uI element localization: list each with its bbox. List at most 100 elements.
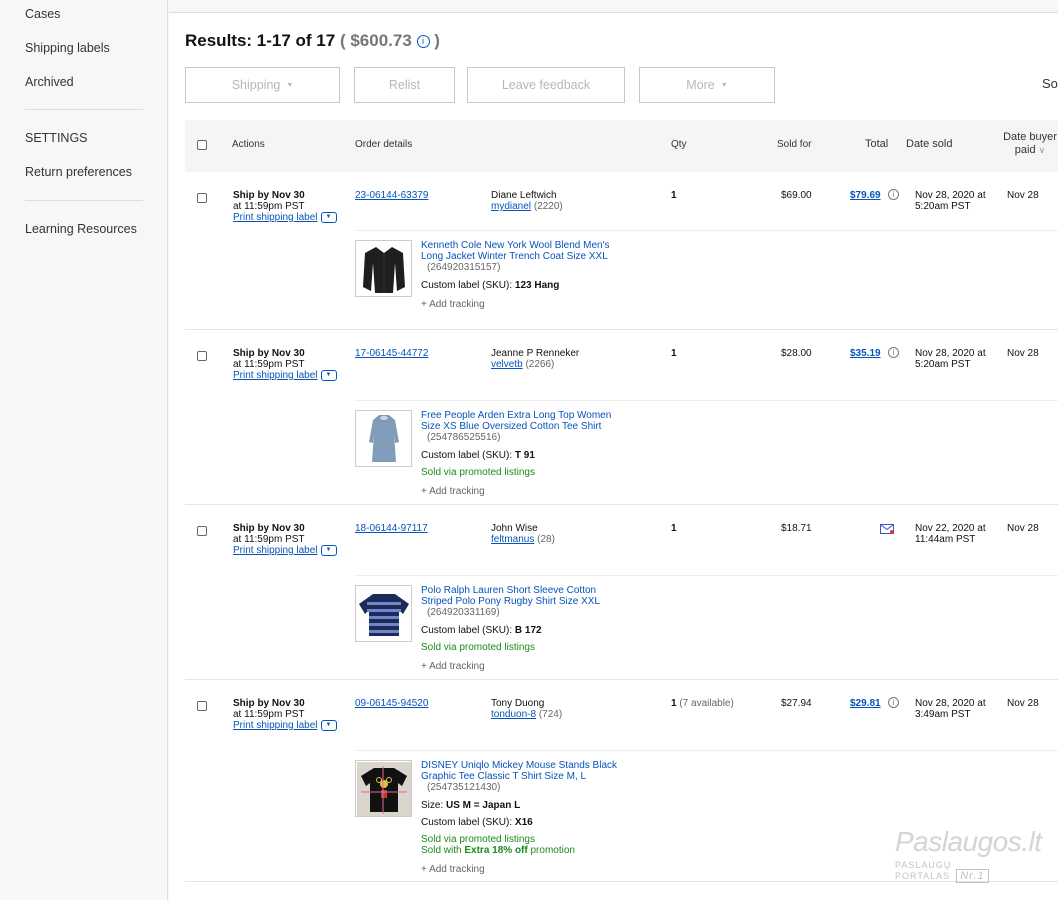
add-tracking-label: Add tracking [429,486,485,497]
item-title-line1[interactable]: Polo Ralph Lauren Short Sleeve Cotton [421,585,596,596]
chevron-down-icon: ▼ [720,81,728,89]
column-total[interactable]: Total [865,138,888,150]
buyer-user-group: tonduon-8 (724) [491,709,562,720]
row-checkbox[interactable] [197,351,207,361]
add-tracking-button[interactable]: + Add tracking [421,299,485,310]
order-id-link[interactable]: 17-06145-44772 [355,348,428,359]
ship-by: Ship by Nov 30 [233,190,305,201]
print-shipping-label-link[interactable]: Print shipping label [233,370,318,381]
item-thumbnail[interactable] [355,410,412,467]
chevron-down-icon[interactable]: ▼ [320,370,337,381]
more-button[interactable]: More ▼ [639,67,775,103]
item-title-line1[interactable]: Kenneth Cole New York Wool Blend Men's [421,240,610,251]
column-sold-for: Sold for [777,139,812,150]
date-paid: Nov 28 [1007,190,1039,201]
sku-line: Custom label (SKU): B 172 [421,625,542,636]
order-id-link[interactable]: 09-06145-94520 [355,698,428,709]
sidebar-item-return-preferences[interactable]: Return preferences [25,165,132,179]
buyer-user-link[interactable]: velvetb [491,359,523,370]
info-icon[interactable]: i [888,189,899,200]
buyer-user-link[interactable]: mydianel [491,201,531,212]
print-shipping-label-link[interactable]: Print shipping label [233,212,318,223]
info-icon[interactable]: i [888,347,899,358]
table-row: Ship by Nov 30 at 11:59pm PST Print ship… [185,330,1058,505]
select-all-checkbox[interactable] [197,140,207,150]
ship-by: Ship by Nov 30 [233,348,305,359]
chevron-down-icon[interactable]: ▼ [320,720,337,731]
chevron-down-icon[interactable]: ▼ [320,545,337,556]
print-shipping-label-link[interactable]: Print shipping label [233,720,318,731]
date-sold-line2: 3:49am PST [915,709,971,720]
item-thumbnail[interactable] [355,240,412,297]
column-date-buyer-paid-label: Date buyer paid [1003,131,1057,156]
total-info-icon: i [888,347,899,358]
info-icon[interactable]: i [888,697,899,708]
message-icon[interactable] [880,524,894,534]
item-thumbnail[interactable] [355,585,412,642]
shipping-button[interactable]: Shipping ▼ [185,67,340,103]
sidebar-heading-settings: SETTINGS [25,131,88,145]
row-checkbox[interactable] [197,701,207,711]
sidebar-item-learning-resources[interactable]: Learning Resources [25,222,137,236]
total-link[interactable]: $35.19 [850,348,881,359]
sidebar-divider [25,109,143,110]
buyer-score: (2266) [525,359,555,370]
qty-group: 1 (7 available) [671,698,734,709]
order-id-link[interactable]: 23-06144-63379 [355,190,428,201]
ship-time: at 11:59pm PST [233,359,305,370]
table-row: Ship by Nov 30 at 11:59pm PST Print ship… [185,172,1058,330]
date-sold-line1: Nov 28, 2020 at [915,348,986,359]
sort-label[interactable]: Sor [1042,76,1058,91]
sku-value: T 91 [514,450,535,461]
chevron-down-icon: ▼ [286,81,294,89]
sidebar-divider [25,200,143,201]
sidebar-item-cases[interactable]: Cases [25,7,60,21]
item-title-line2[interactable]: Long Jacket Winter Trench Coat Size XXL [421,251,608,262]
add-tracking-label: Add tracking [429,299,485,310]
buyer-score: (2220) [533,201,563,212]
item-thumbnail[interactable] [355,760,412,817]
watermark: Paslaugos.lt PASLAUGŲ PORTALAS Nr.1 [895,826,1042,883]
coat-image [362,246,405,293]
item-title-line2[interactable]: Size XS Blue Oversized Cotton Tee Shirt [421,421,601,432]
add-tracking-button[interactable]: + Add tracking [421,486,485,497]
print-shipping-label-link[interactable]: Print shipping label [233,545,318,556]
add-tracking-button[interactable]: + Add tracking [421,661,485,672]
qty-value: 1 [671,698,677,709]
row-checkbox[interactable] [197,526,207,536]
column-date-sold[interactable]: Date sold [906,138,952,150]
sidebar: Cases Shipping labels Archived SETTINGS … [0,0,168,900]
buyer-user-link[interactable]: tonduon-8 [491,709,536,720]
item-title-line2[interactable]: Striped Polo Pony Rugby Shirt Size XXL [421,596,600,607]
results-total: ( $600.73 [339,31,412,50]
item-title-line2[interactable]: Graphic Tee Classic T Shirt Size M, L [421,771,586,782]
sku-value: 123 Hang [514,280,560,291]
size-label: Size: [421,800,444,811]
qty-value: 1 [671,523,677,534]
item-title-line1[interactable]: Free People Arden Extra Long Top Women [421,410,611,421]
info-icon[interactable]: i [416,35,430,49]
print-label-group: Print shipping label ▼ [233,720,337,731]
row-checkbox[interactable] [197,193,207,203]
sold-for-value: $27.94 [781,698,812,709]
add-tracking-button[interactable]: + Add tracking [421,864,485,875]
add-tracking-label: Add tracking [429,661,485,672]
buyer-name: John Wise [491,523,538,534]
column-date-buyer-paid[interactable]: Date buyer paid ∨ [1000,131,1058,157]
order-id-link[interactable]: 18-06144-97117 [355,523,428,534]
print-label-group: Print shipping label ▼ [233,370,337,381]
sidebar-item-shipping-labels[interactable]: Shipping labels [25,41,110,55]
sidebar-item-archived[interactable]: Archived [25,75,74,89]
sold-for-value: $28.00 [781,348,812,359]
promotion-prefix: Sold with [421,845,462,856]
total-link[interactable]: $29.81 [850,698,881,709]
blue-tee-image [368,414,399,462]
buyer-user-link[interactable]: feltmanus [491,534,534,545]
relist-button[interactable]: Relist [354,67,455,103]
date-sold-line1: Nov 22, 2020 at [915,523,986,534]
total-link[interactable]: $79.69 [850,190,881,201]
chevron-down-icon[interactable]: ▼ [320,212,337,223]
qty-available: (7 available) [679,698,734,709]
leave-feedback-button[interactable]: Leave feedback [467,67,625,103]
item-title-line1[interactable]: DISNEY Uniqlo Mickey Mouse Stands Black [421,760,617,771]
